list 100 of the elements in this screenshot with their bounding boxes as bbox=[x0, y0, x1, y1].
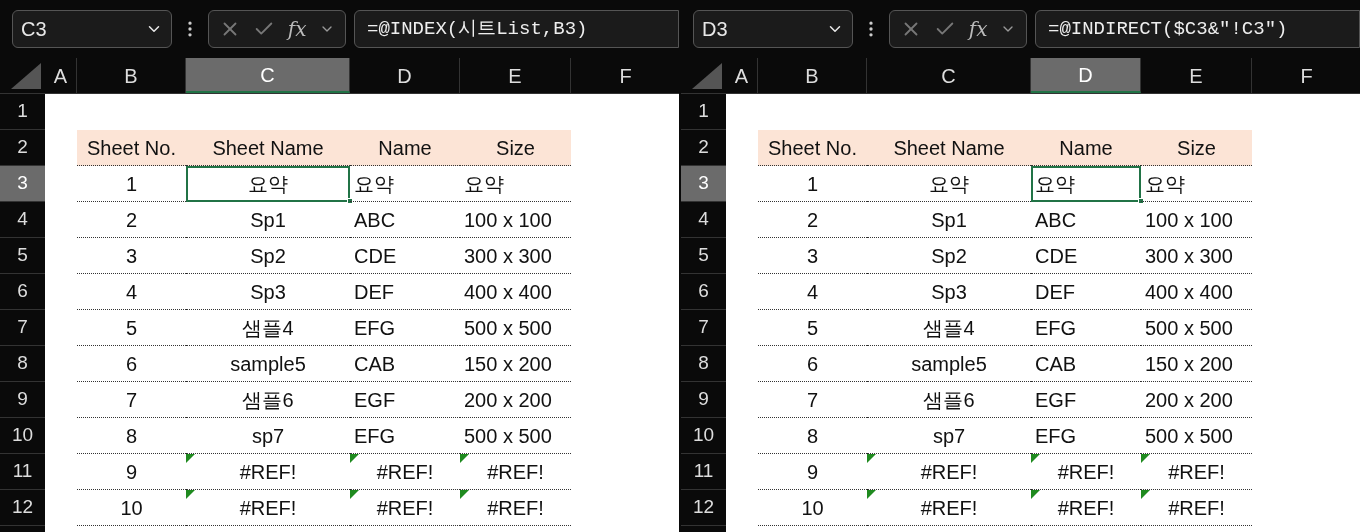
column-header[interactable]: E bbox=[1141, 58, 1252, 93]
column-heading: Size bbox=[460, 130, 571, 166]
table-cell: #REF! bbox=[867, 490, 1031, 526]
table-cell: 100 x 100 bbox=[460, 202, 571, 238]
error-indicator-icon[interactable] bbox=[186, 454, 195, 463]
table-cell: #REF! bbox=[350, 490, 460, 526]
table-cell: 400 x 400 bbox=[1141, 274, 1252, 310]
error-indicator-icon[interactable] bbox=[186, 490, 195, 499]
table-cell: Sp1 bbox=[867, 202, 1031, 238]
table-cell: Sp1 bbox=[186, 202, 350, 238]
table-cell: 500 x 500 bbox=[1141, 310, 1252, 346]
table-cell: CDE bbox=[350, 238, 460, 274]
column-heading: Sheet Name bbox=[867, 130, 1031, 166]
table-cell: 샘플6 bbox=[867, 382, 1031, 418]
table-cell: 5 bbox=[758, 310, 867, 346]
table-cell: CAB bbox=[1031, 346, 1141, 382]
formula-bar[interactable]: =@INDIRECT($C3&"!C3") bbox=[1035, 10, 1360, 48]
column-heading: Sheet Name bbox=[186, 130, 350, 166]
column-header[interactable]: C bbox=[186, 58, 350, 93]
error-indicator-icon[interactable] bbox=[1031, 490, 1040, 499]
table-cell: 100 x 100 bbox=[1141, 202, 1252, 238]
error-indicator-icon[interactable] bbox=[1141, 454, 1150, 463]
table-cell: 200 x 200 bbox=[460, 382, 571, 418]
table-cell: EGF bbox=[350, 382, 460, 418]
table-cell: EGF bbox=[1031, 382, 1141, 418]
table-cell: DEF bbox=[350, 274, 460, 310]
table-cell: 8 bbox=[758, 418, 867, 454]
column-header[interactable]: A bbox=[45, 58, 77, 93]
table-cell: 샘플4 bbox=[186, 310, 350, 346]
insert-function-button[interactable]: fx bbox=[287, 14, 307, 44]
error-indicator-icon[interactable] bbox=[460, 454, 469, 463]
table-cell: 요약 bbox=[1141, 166, 1252, 202]
table-cell: 샘플6 bbox=[186, 382, 350, 418]
table-cell: 150 x 200 bbox=[1141, 346, 1252, 382]
table-cell: 요약 bbox=[460, 166, 571, 202]
corner-triangle-icon bbox=[11, 63, 41, 89]
table-cell: #REF! bbox=[460, 490, 571, 526]
table-cell: DEF bbox=[1031, 274, 1141, 310]
column-header[interactable]: A bbox=[726, 58, 758, 93]
table-cell: 200 x 200 bbox=[1141, 382, 1252, 418]
corner-triangle-icon bbox=[692, 63, 722, 89]
table-cell: 요약 bbox=[350, 166, 460, 202]
error-indicator-icon[interactable] bbox=[867, 490, 876, 499]
formula-bar[interactable]: =@INDEX(시트List,B3) bbox=[354, 10, 679, 48]
table-cell: Sp3 bbox=[867, 274, 1031, 310]
fill-handle[interactable] bbox=[1138, 198, 1144, 204]
error-indicator-icon[interactable] bbox=[1031, 454, 1040, 463]
table-cell: Sp2 bbox=[867, 238, 1031, 274]
column-heading: Size bbox=[1141, 130, 1252, 166]
error-indicator-icon[interactable] bbox=[350, 454, 359, 463]
table-cell: Sp3 bbox=[186, 274, 350, 310]
table-cell: Sp2 bbox=[186, 238, 350, 274]
table-cell: #REF! bbox=[1031, 490, 1141, 526]
error-indicator-icon[interactable] bbox=[867, 454, 876, 463]
column-header[interactable]: D bbox=[1031, 58, 1141, 93]
table-cell: sample5 bbox=[186, 346, 350, 382]
column-header[interactable]: D bbox=[350, 58, 460, 93]
table-cell: 4 bbox=[77, 274, 186, 310]
row-header[interactable]: 3 bbox=[681, 166, 726, 202]
column-heading: Sheet No. bbox=[758, 130, 867, 166]
error-indicator-icon[interactable] bbox=[460, 490, 469, 499]
table-cell: 7 bbox=[77, 382, 186, 418]
table-cell: 7 bbox=[758, 382, 867, 418]
error-indicator-icon[interactable] bbox=[350, 490, 359, 499]
table-cell: 1 bbox=[77, 166, 186, 202]
fill-handle[interactable] bbox=[347, 198, 353, 204]
insert-function-button[interactable]: fx bbox=[968, 14, 988, 44]
table-cell: 400 x 400 bbox=[460, 274, 571, 310]
table-cell: 6 bbox=[758, 346, 867, 382]
error-indicator-icon[interactable] bbox=[1141, 490, 1150, 499]
table-cell: #REF! bbox=[1141, 454, 1252, 490]
table-cell: 2 bbox=[758, 202, 867, 238]
table-cell: ABC bbox=[1031, 202, 1141, 238]
table-cell: CAB bbox=[350, 346, 460, 382]
table-cell: 4 bbox=[758, 274, 867, 310]
column-header[interactable]: E bbox=[460, 58, 571, 93]
column-header[interactable]: B bbox=[758, 58, 867, 93]
name-box[interactable]: D3 bbox=[693, 10, 853, 48]
table-cell: 3 bbox=[758, 238, 867, 274]
table-cell: EFG bbox=[1031, 310, 1141, 346]
table-cell: ABC bbox=[350, 202, 460, 238]
table-cell: 8 bbox=[77, 418, 186, 454]
table-cell: #REF! bbox=[1141, 490, 1252, 526]
row-header[interactable]: 3 bbox=[0, 166, 45, 202]
table-cell: 5 bbox=[77, 310, 186, 346]
column-heading: Sheet No. bbox=[77, 130, 186, 166]
name-box[interactable]: C3 bbox=[12, 10, 172, 48]
table-cell: 300 x 300 bbox=[460, 238, 571, 274]
table-cell: #REF! bbox=[460, 454, 571, 490]
table-cell: sample5 bbox=[867, 346, 1031, 382]
table-cell: 500 x 500 bbox=[460, 310, 571, 346]
column-header[interactable]: F bbox=[1252, 58, 1360, 93]
table-cell: 샘플4 bbox=[867, 310, 1031, 346]
table-cell: 요약 bbox=[867, 166, 1031, 202]
table-cell: EFG bbox=[350, 310, 460, 346]
table-cell: 6 bbox=[77, 346, 186, 382]
table-cell: 1 bbox=[758, 166, 867, 202]
table-cell: 150 x 200 bbox=[460, 346, 571, 382]
table-cell: 3 bbox=[77, 238, 186, 274]
column-heading: Name bbox=[1031, 130, 1141, 166]
